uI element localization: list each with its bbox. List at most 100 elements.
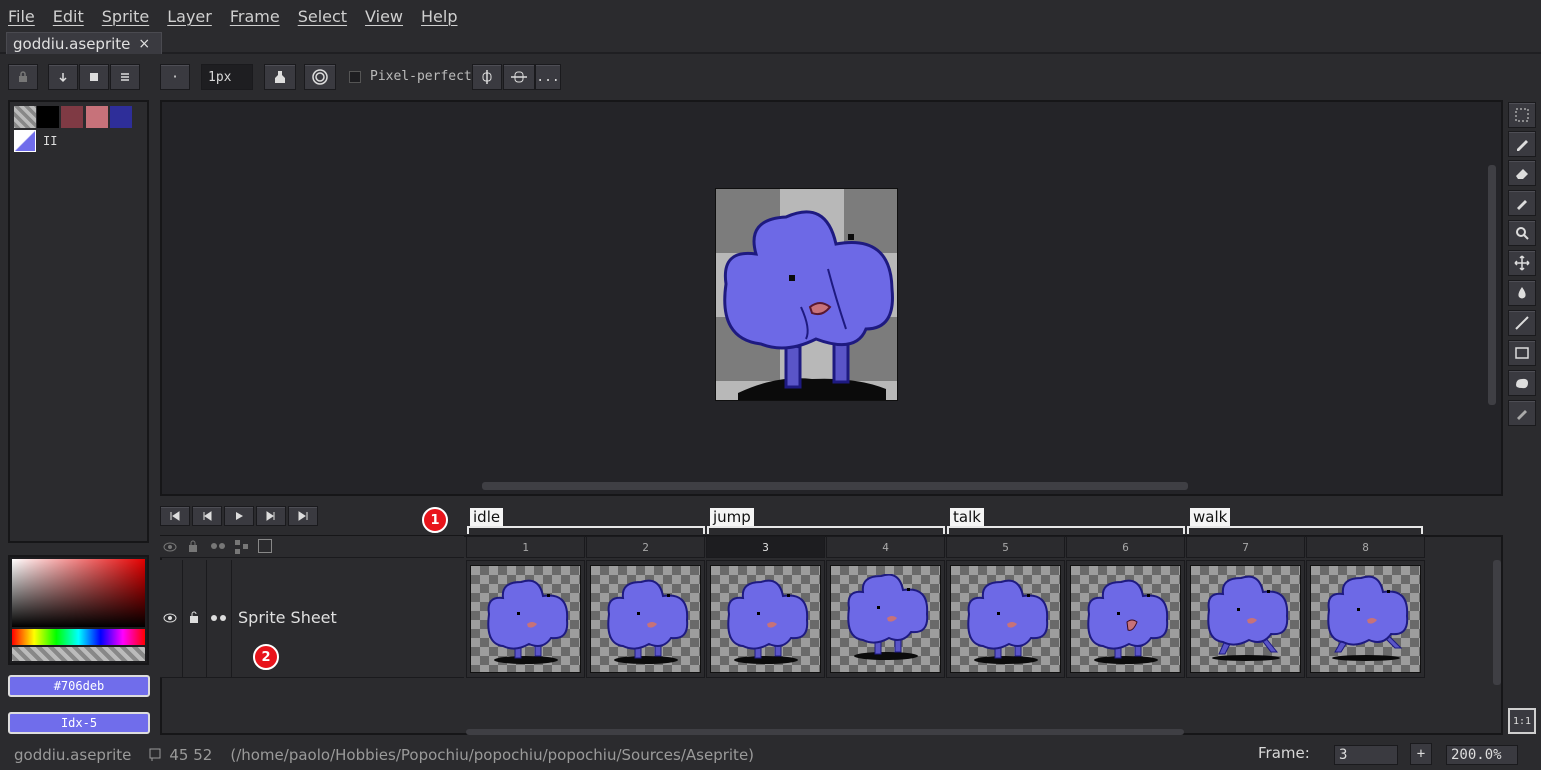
cel-thumbnail xyxy=(950,565,1061,673)
frame-input[interactable]: 3 xyxy=(1334,745,1398,765)
saturation-value-area[interactable] xyxy=(12,559,145,627)
cel-frame-5[interactable] xyxy=(946,560,1065,678)
zoom-input[interactable]: 200.0% xyxy=(1446,745,1518,765)
blur-tool-icon[interactable] xyxy=(1508,400,1536,426)
layers-header-icon[interactable] xyxy=(234,539,252,557)
add-frame-button[interactable]: + xyxy=(1410,743,1432,765)
marquee-tool-icon[interactable] xyxy=(1508,102,1536,128)
first-frame-icon[interactable] xyxy=(160,506,190,526)
brush-size-input[interactable]: 1px xyxy=(201,64,253,90)
frame-label: Frame: xyxy=(1258,744,1310,762)
tag-talk-range xyxy=(947,526,1185,534)
swatch-pink[interactable] xyxy=(86,106,108,128)
swatch-dark-red[interactable] xyxy=(61,106,83,128)
zoom-tool-icon[interactable] xyxy=(1508,220,1536,246)
cel-frame-4[interactable] xyxy=(826,560,945,678)
symmetry-vertical-icon[interactable] xyxy=(472,64,502,90)
brush-type-button[interactable]: · xyxy=(160,64,190,90)
hue-slider[interactable] xyxy=(12,629,145,645)
eye-header-icon[interactable] xyxy=(162,539,178,555)
tag-talk[interactable]: talk xyxy=(950,508,984,526)
sprite-canvas[interactable] xyxy=(715,188,908,401)
cel-frame-8[interactable] xyxy=(1306,560,1425,678)
more-options-button[interactable]: ... xyxy=(535,64,561,90)
alpha-slider[interactable] xyxy=(12,647,145,661)
menu-edit[interactable]: Edit xyxy=(53,7,84,26)
editor-vertical-scrollbar[interactable] xyxy=(1488,165,1496,405)
canvas-size-icon xyxy=(149,748,163,762)
next-frame-icon[interactable] xyxy=(256,506,286,526)
cel-thumbnail xyxy=(590,565,701,673)
eyedropper-tool-icon[interactable] xyxy=(1508,190,1536,216)
rectangle-tool-icon[interactable] xyxy=(1508,340,1536,366)
last-frame-icon[interactable] xyxy=(288,506,318,526)
opacity-icon[interactable] xyxy=(304,64,336,90)
tag-jump[interactable]: jump xyxy=(710,508,754,526)
cel-frame-1[interactable] xyxy=(466,560,585,678)
menu-file[interactable]: File xyxy=(8,7,35,26)
previous-frame-icon[interactable] xyxy=(192,506,222,526)
sprite-image xyxy=(716,189,908,400)
layer-name[interactable]: Sprite Sheet xyxy=(238,608,337,627)
cel-thumbnail xyxy=(710,565,821,673)
pixel-perfect-checkbox[interactable] xyxy=(349,71,361,83)
fill-tool-icon[interactable] xyxy=(1508,280,1536,306)
cel-frame-7[interactable] xyxy=(1186,560,1305,678)
lock-icon[interactable] xyxy=(8,64,38,90)
layer-visible-eye-icon[interactable] xyxy=(163,612,177,628)
arrow-down-icon[interactable] xyxy=(48,64,78,90)
frame-header-5[interactable]: 5 xyxy=(946,536,1065,558)
menu-frame[interactable]: Frame xyxy=(230,7,280,26)
close-icon[interactable]: × xyxy=(138,36,150,52)
cel-frame-3[interactable] xyxy=(706,560,825,678)
layer-unlock-icon[interactable] xyxy=(187,610,201,628)
cel-thumbnail xyxy=(1190,565,1301,673)
transparent-swatch[interactable] xyxy=(14,106,36,128)
fg-color-hex[interactable]: #706deb xyxy=(8,675,150,697)
tag-idle[interactable]: idle xyxy=(470,508,504,526)
layer-continuous-icon[interactable] xyxy=(209,612,229,628)
swatch-selected[interactable] xyxy=(14,130,36,152)
ink-icon[interactable] xyxy=(264,64,296,90)
swatch-black[interactable] xyxy=(37,106,59,128)
onion-skin-header-icon[interactable] xyxy=(258,539,272,553)
layer-column-divider xyxy=(182,560,183,678)
frame-header-8[interactable]: 8 xyxy=(1306,536,1425,558)
tab-bar: goddiu.aseprite × xyxy=(0,32,1541,54)
eraser-tool-icon[interactable] xyxy=(1508,160,1536,186)
bg-color-index[interactable]: Idx-5 xyxy=(8,712,150,734)
frame-header-3[interactable]: 3 xyxy=(706,536,825,558)
move-tool-icon[interactable] xyxy=(1508,250,1536,276)
cel-frame-2[interactable] xyxy=(586,560,705,678)
frame-header-2[interactable]: 2 xyxy=(586,536,705,558)
tag-walk-range xyxy=(1187,526,1423,534)
tab-goddiu[interactable]: goddiu.aseprite × xyxy=(6,32,162,54)
menu-view[interactable]: View xyxy=(365,7,403,26)
lock-header-icon[interactable] xyxy=(186,539,202,555)
menu-sprite[interactable]: Sprite xyxy=(102,7,149,26)
frame-header-1[interactable]: 1 xyxy=(466,536,585,558)
color-picker[interactable] xyxy=(8,555,149,665)
editor-horizontal-scrollbar[interactable] xyxy=(482,482,1188,490)
contour-tool-icon[interactable] xyxy=(1508,370,1536,396)
menu-layer[interactable]: Layer xyxy=(167,7,212,26)
cel-frame-6[interactable] xyxy=(1066,560,1185,678)
frame-header-4[interactable]: 4 xyxy=(826,536,945,558)
tag-walk[interactable]: walk xyxy=(1190,508,1231,526)
continuous-header-icon[interactable] xyxy=(209,539,229,555)
menu-select[interactable]: Select xyxy=(298,7,347,26)
play-icon[interactable] xyxy=(224,506,254,526)
menu-lines-icon[interactable] xyxy=(110,64,140,90)
line-tool-icon[interactable] xyxy=(1508,310,1536,336)
pencil-tool-icon[interactable] xyxy=(1508,131,1536,157)
status-path: (/home/paolo/Hobbies/Popochiu/popochiu/p… xyxy=(230,746,755,764)
timeline-vertical-scrollbar[interactable] xyxy=(1493,560,1501,685)
symmetry-horizontal-icon[interactable] xyxy=(503,64,535,90)
zoom-reset-button[interactable]: 1:1 xyxy=(1508,708,1536,734)
timeline-horizontal-scrollbar[interactable] xyxy=(466,729,1184,735)
swatch-navy[interactable] xyxy=(110,106,132,128)
frame-header-7[interactable]: 7 xyxy=(1186,536,1305,558)
stop-icon[interactable] xyxy=(79,64,109,90)
menu-help[interactable]: Help xyxy=(421,7,457,26)
frame-header-6[interactable]: 6 xyxy=(1066,536,1185,558)
